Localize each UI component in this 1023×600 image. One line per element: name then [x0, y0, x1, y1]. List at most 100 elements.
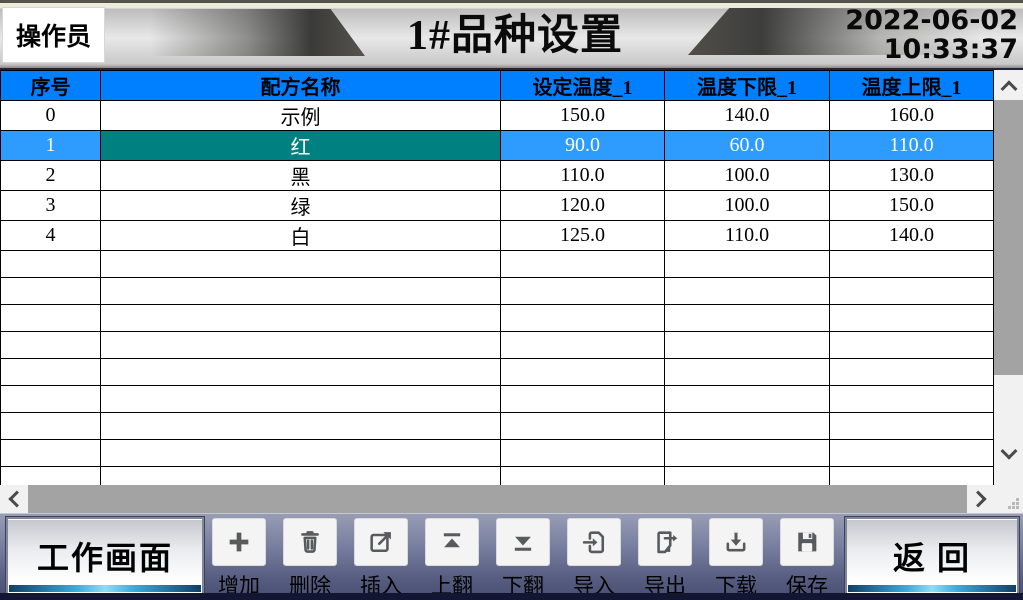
- cell-set-temp[interactable]: [501, 359, 665, 386]
- vertical-scrollbar[interactable]: [993, 70, 1023, 485]
- save-button[interactable]: 保存: [780, 518, 834, 600]
- cell-temp-high[interactable]: [830, 467, 994, 486]
- cell-index[interactable]: 4: [1, 221, 101, 251]
- cell-recipe-name[interactable]: 白: [101, 221, 501, 251]
- cell-recipe-name[interactable]: [101, 467, 501, 486]
- cell-temp-high[interactable]: [830, 305, 994, 332]
- horizontal-scrollbar[interactable]: [0, 485, 1023, 513]
- cell-index[interactable]: [1, 332, 101, 359]
- cell-set-temp[interactable]: 90.0: [501, 131, 665, 161]
- table-row[interactable]: [1, 278, 994, 305]
- cell-temp-high[interactable]: [830, 386, 994, 413]
- cell-set-temp[interactable]: [501, 413, 665, 440]
- cell-recipe-name[interactable]: [101, 386, 501, 413]
- cell-index[interactable]: [1, 440, 101, 467]
- cell-recipe-name[interactable]: [101, 305, 501, 332]
- cell-temp-high[interactable]: [830, 359, 994, 386]
- table-row[interactable]: [1, 440, 994, 467]
- cell-temp-low[interactable]: [665, 332, 830, 359]
- cell-temp-high[interactable]: [830, 440, 994, 467]
- resize-grip[interactable]: [995, 485, 1023, 513]
- work-screen-button[interactable]: 工作画面: [6, 517, 204, 595]
- scroll-down-button[interactable]: [994, 440, 1023, 468]
- cell-index[interactable]: 3: [1, 191, 101, 221]
- table-row[interactable]: 0 示例 150.0 140.0 160.0: [1, 101, 994, 131]
- cell-set-temp[interactable]: 125.0: [501, 221, 665, 251]
- cell-set-temp[interactable]: 150.0: [501, 101, 665, 131]
- table-row[interactable]: 1 红 90.0 60.0 110.0: [1, 131, 994, 161]
- cell-recipe-name[interactable]: [101, 332, 501, 359]
- cell-temp-high[interactable]: [830, 278, 994, 305]
- vertical-scroll-thumb[interactable]: [994, 100, 1023, 375]
- table-row[interactable]: [1, 332, 994, 359]
- table-row[interactable]: [1, 359, 994, 386]
- cell-temp-low[interactable]: [665, 440, 830, 467]
- table-row[interactable]: [1, 251, 994, 278]
- cell-temp-high[interactable]: 140.0: [830, 221, 994, 251]
- cell-temp-high[interactable]: 150.0: [830, 191, 994, 221]
- delete-button[interactable]: 删除: [283, 518, 337, 600]
- cell-set-temp[interactable]: [501, 332, 665, 359]
- cell-temp-low[interactable]: [665, 413, 830, 440]
- table-row[interactable]: [1, 305, 994, 332]
- table-row[interactable]: 4 白 125.0 110.0 140.0: [1, 221, 994, 251]
- cell-temp-low[interactable]: 110.0: [665, 221, 830, 251]
- return-button[interactable]: 返 回: [845, 517, 1019, 595]
- cell-temp-low[interactable]: 100.0: [665, 161, 830, 191]
- cell-recipe-name[interactable]: 黑: [101, 161, 501, 191]
- cell-index[interactable]: 0: [1, 101, 101, 131]
- cell-index[interactable]: [1, 467, 101, 486]
- cell-temp-low[interactable]: [665, 251, 830, 278]
- scroll-up-button[interactable]: [994, 72, 1023, 100]
- scroll-left-button[interactable]: [0, 485, 28, 513]
- cell-temp-low[interactable]: 100.0: [665, 191, 830, 221]
- cell-index[interactable]: [1, 278, 101, 305]
- cell-temp-low[interactable]: [665, 359, 830, 386]
- cell-set-temp[interactable]: 110.0: [501, 161, 665, 191]
- cell-set-temp[interactable]: [501, 386, 665, 413]
- cell-temp-high[interactable]: [830, 413, 994, 440]
- cell-temp-low[interactable]: [665, 305, 830, 332]
- horizontal-scroll-thumb[interactable]: [28, 485, 967, 513]
- download-button[interactable]: 下载: [709, 518, 763, 600]
- add-button[interactable]: 增加: [212, 518, 266, 600]
- cell-temp-high[interactable]: 130.0: [830, 161, 994, 191]
- table-row[interactable]: [1, 467, 994, 486]
- cell-recipe-name[interactable]: [101, 440, 501, 467]
- cell-set-temp[interactable]: [501, 467, 665, 486]
- cell-temp-low[interactable]: [665, 278, 830, 305]
- cell-recipe-name[interactable]: [101, 251, 501, 278]
- cell-temp-low[interactable]: 60.0: [665, 131, 830, 161]
- operator-button[interactable]: 操作员: [2, 7, 105, 63]
- table-row[interactable]: 3 绿 120.0 100.0 150.0: [1, 191, 994, 221]
- export-button[interactable]: 导出: [638, 518, 692, 600]
- cell-temp-high[interactable]: [830, 251, 994, 278]
- scroll-right-button[interactable]: [967, 485, 995, 513]
- cell-index[interactable]: [1, 413, 101, 440]
- cell-set-temp[interactable]: 120.0: [501, 191, 665, 221]
- cell-temp-high[interactable]: 110.0: [830, 131, 994, 161]
- cell-recipe-name[interactable]: 示例: [101, 101, 501, 131]
- cell-index[interactable]: 1: [1, 131, 101, 161]
- cell-index[interactable]: [1, 251, 101, 278]
- cell-temp-low[interactable]: [665, 386, 830, 413]
- insert-button[interactable]: 插入: [354, 518, 408, 600]
- cell-index[interactable]: [1, 386, 101, 413]
- import-button[interactable]: 导入: [567, 518, 621, 600]
- cell-temp-high[interactable]: [830, 332, 994, 359]
- cell-temp-low[interactable]: [665, 467, 830, 486]
- table-row[interactable]: [1, 386, 994, 413]
- cell-index[interactable]: 2: [1, 161, 101, 191]
- cell-recipe-name[interactable]: 红: [101, 131, 501, 161]
- cell-set-temp[interactable]: [501, 278, 665, 305]
- page-down-button[interactable]: 下翻: [496, 518, 550, 600]
- cell-recipe-name[interactable]: [101, 359, 501, 386]
- cell-index[interactable]: [1, 305, 101, 332]
- cell-index[interactable]: [1, 359, 101, 386]
- table-row[interactable]: 2 黑 110.0 100.0 130.0: [1, 161, 994, 191]
- cell-recipe-name[interactable]: 绿: [101, 191, 501, 221]
- cell-set-temp[interactable]: [501, 305, 665, 332]
- table-row[interactable]: [1, 413, 994, 440]
- cell-set-temp[interactable]: [501, 440, 665, 467]
- cell-recipe-name[interactable]: [101, 278, 501, 305]
